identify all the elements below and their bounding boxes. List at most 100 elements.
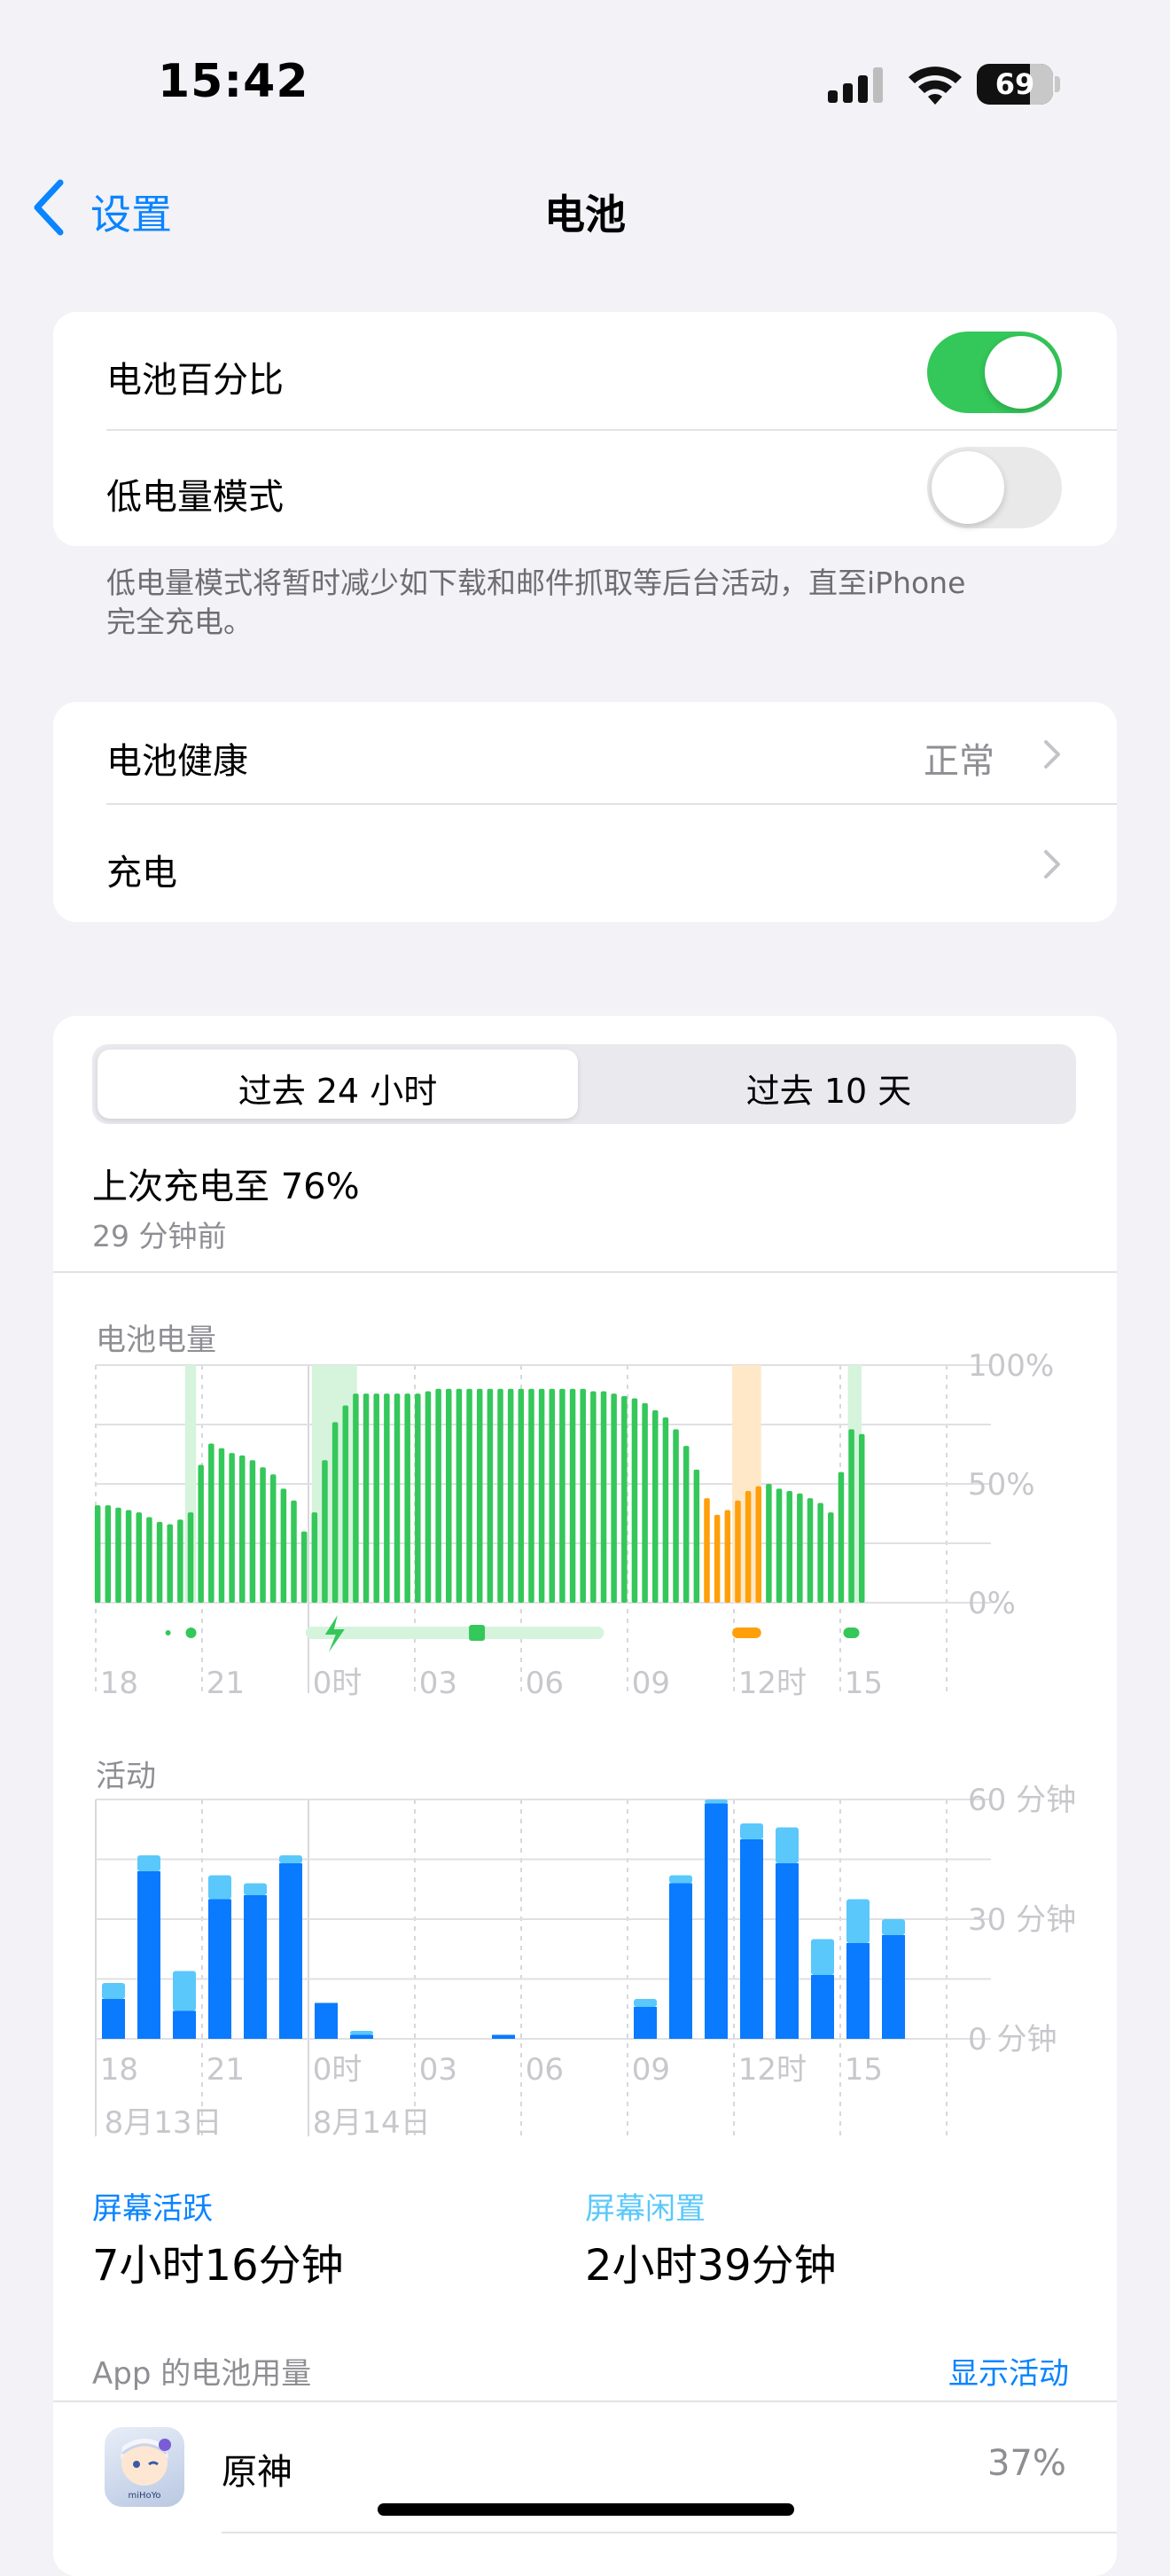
battery-bar [94,1505,101,1603]
y-tick-label: 0 分钟 [968,2022,1057,2057]
genshin-app-icon: miHoYo [105,2427,184,2507]
battery-bar [198,1464,204,1603]
battery-bar [735,1500,741,1603]
footnote-line-1: 低电量模式将暂时减少如下载和邮件抓取等后台活动，直至iPhone [106,566,966,600]
x-tick-label: 06 [526,2052,564,2088]
battery-bar [239,1455,246,1603]
battery-bar [269,1474,277,1603]
app-usage-header: App 的电池用量 [92,2356,312,2392]
battery-cap [1055,76,1060,92]
battery-bar [311,1512,318,1603]
battery-health-row[interactable]: 电池健康 [106,732,248,784]
battery-bar [518,1388,525,1603]
activity-bar-idle [669,1875,692,1884]
battery-bar [300,1531,308,1603]
battery-bar [817,1503,823,1603]
x-tick-label: 0时 [313,1666,363,1701]
battery-bar [693,1469,700,1603]
activity-bar-active [208,1899,231,2039]
charging-row[interactable]: 充电 [106,844,177,895]
battery-bar [466,1388,472,1603]
chevron-right-icon [1044,850,1060,878]
tab-last-24-hours[interactable]: 过去 24 小时 [98,1064,578,1112]
last-charge-title: 上次充电至 76% [92,1167,360,1207]
battery-bar [229,1453,235,1603]
y-tick-label: 50% [968,1467,1035,1503]
activity-bar-active [173,2010,196,2039]
battery-bar [476,1388,483,1603]
activity-bar-active [669,1883,692,2039]
page-title: 电池 [544,191,626,238]
app-icon-caption: miHoYo [128,2491,161,2501]
low-power-mode-label: 低电量模式 [106,477,284,518]
battery-bar [291,1500,297,1603]
activity-bar-idle [279,1855,302,1863]
battery-bar [673,1429,679,1603]
battery-bar [487,1388,494,1603]
battery-bar [353,1393,359,1603]
charge-marker [843,1628,860,1638]
battery-bar [662,1417,669,1603]
activity-bar-active [882,1935,905,2039]
x-tick-label: 21 [207,1666,245,1701]
battery-bar [136,1512,143,1603]
home-indicator [378,2503,794,2516]
x-tick-label: 18 [100,1666,138,1701]
y-tick-label: 100% [968,1348,1054,1384]
activity-bar-active [846,1943,870,2039]
activity-bar-active [137,1871,160,2039]
battery-bar [435,1388,441,1603]
x-tick-label: 15 [845,1666,883,1701]
activity-bar-idle [208,1875,231,1900]
battery-bar [631,1398,638,1603]
y-tick-label: 0% [968,1586,1016,1621]
x-tick-label: 09 [632,2052,670,2088]
low-power-mode-toggle[interactable] [927,447,1062,528]
app-row-genshin[interactable] [53,2404,1117,2537]
battery-bar [404,1393,410,1603]
activity-bar-active [350,2034,373,2039]
battery-bar [807,1498,814,1603]
date-label: 8月14日 [313,2105,431,2141]
battery-bar [859,1433,865,1603]
battery-bar [714,1514,721,1603]
y-tick-label: 60 分钟 [968,1783,1076,1818]
charge-dot [185,1628,197,1638]
battery-bar [538,1388,545,1603]
activity-bar-idle [776,1827,799,1863]
tab-last-10-days[interactable]: 过去 10 天 [589,1064,1069,1112]
battery-bar [167,1524,173,1603]
chevron-right-icon [1044,740,1060,769]
activity-bar-idle [244,1883,267,1895]
activity-chart: 18 21 0时 03 06 09 12时 15 8月13日 8月14日 60 分钟 30 分钟 0 分… [95,1783,1076,2141]
cellular-signal-icon [828,67,883,103]
battery-percentage-toggle[interactable] [927,332,1062,413]
status-time: 15:42 [158,55,309,108]
x-tick-label: 06 [526,1666,564,1701]
x-tick-label: 15 [845,2052,883,2088]
divider [222,2532,1117,2533]
activity-bar-idle [811,1939,834,1975]
battery-bar [260,1467,266,1603]
divider [53,2400,1117,2402]
activity-bar-active [705,1803,728,2039]
x-tick-label: 12时 [738,2052,807,2088]
battery-bar [456,1388,463,1603]
last-charge-time: 29 分钟前 [92,1219,227,1253]
battery-bar [704,1498,710,1603]
y-tick-label: 30 分钟 [968,1902,1076,1938]
battery-bar [280,1488,287,1603]
x-tick-label: 0时 [313,2052,363,2088]
battery-bar [394,1393,401,1603]
app-battery-percent: 37% [987,2443,1066,2484]
activity-bar-active [492,2034,515,2039]
app-name: 原神 [222,2452,292,2493]
battery-bar [507,1388,514,1603]
battery-bar [682,1446,690,1603]
show-activity-button[interactable]: 显示活动 [948,2349,1069,2393]
battery-bar [797,1493,803,1603]
battery-bar [590,1391,597,1603]
battery-bar [218,1448,225,1603]
divider [106,803,1117,805]
screen-idle-value: 2小时39分钟 [585,2241,837,2291]
